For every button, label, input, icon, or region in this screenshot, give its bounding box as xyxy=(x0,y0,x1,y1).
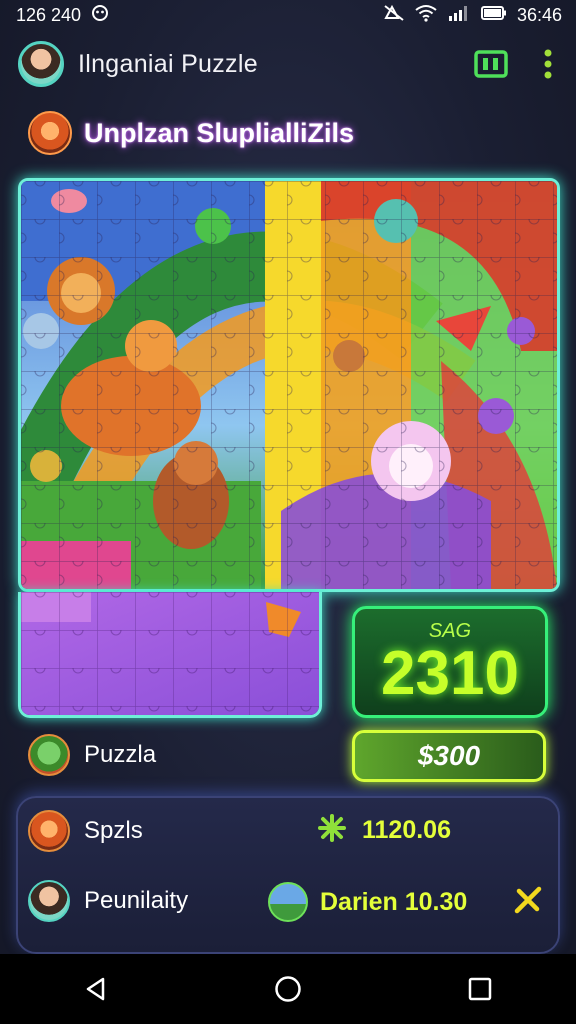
price-button[interactable]: $300 xyxy=(352,730,546,782)
status-time-right: 36:46 xyxy=(516,4,562,25)
status-bar: 126 240 36:46 xyxy=(0,0,576,30)
app-header: Ilnganiai Puzzle xyxy=(0,36,576,92)
notification-icon xyxy=(91,4,109,27)
subheader: Unplzan SluplialliZils xyxy=(28,108,354,158)
stat-2-avatar xyxy=(28,880,70,922)
tray-artwork xyxy=(21,592,319,715)
puzzle-grid-icon[interactable] xyxy=(474,47,508,81)
puzzle-avatar xyxy=(28,734,70,776)
close-button[interactable] xyxy=(512,884,544,921)
stat-1-label: Spzls xyxy=(84,817,143,844)
mascot-avatar xyxy=(28,111,72,155)
puzzle-board[interactable] xyxy=(18,178,560,592)
stat-2-label: Peunilaity xyxy=(84,887,189,914)
stat-2-value: Darien 10.30 xyxy=(320,887,468,916)
piece-tray[interactable] xyxy=(18,592,322,718)
stat-2-value-group: Darien 10.30 xyxy=(268,882,467,922)
close-icon[interactable] xyxy=(512,884,544,921)
stat-row-1[interactable]: Spzls xyxy=(28,810,143,852)
star-icon xyxy=(318,814,346,847)
navigation-bar xyxy=(0,954,576,1024)
app-title: Ilnganiai Puzzle xyxy=(78,49,258,78)
score-value: 2310 xyxy=(381,638,519,708)
more-vertical-icon[interactable] xyxy=(538,47,558,81)
stat-1-avatar xyxy=(28,810,70,852)
puzzle-row-label: Puzzla xyxy=(84,741,157,768)
profile-avatar[interactable] xyxy=(18,41,64,87)
recents-icon[interactable] xyxy=(456,965,504,1013)
stat-2-thumb xyxy=(268,882,308,922)
mute-icon xyxy=(383,4,405,27)
score-box: SAG 2310 xyxy=(352,606,548,718)
back-icon[interactable] xyxy=(72,965,120,1013)
home-icon[interactable] xyxy=(264,965,312,1013)
puzzle-row[interactable]: Puzzla xyxy=(28,734,156,776)
sub-title: Unplzan SluplialliZils xyxy=(84,117,355,148)
stat-1-value-group: 1120.06 xyxy=(318,814,451,847)
battery-icon xyxy=(480,5,507,26)
wifi-icon xyxy=(415,4,437,27)
stat-row-2[interactable]: Peunilaity xyxy=(28,880,188,922)
signal-icon xyxy=(447,4,471,27)
status-time-left: 126 240 xyxy=(16,4,82,25)
stat-1-value: 1120.06 xyxy=(362,816,451,844)
puzzle-artwork xyxy=(21,181,557,589)
